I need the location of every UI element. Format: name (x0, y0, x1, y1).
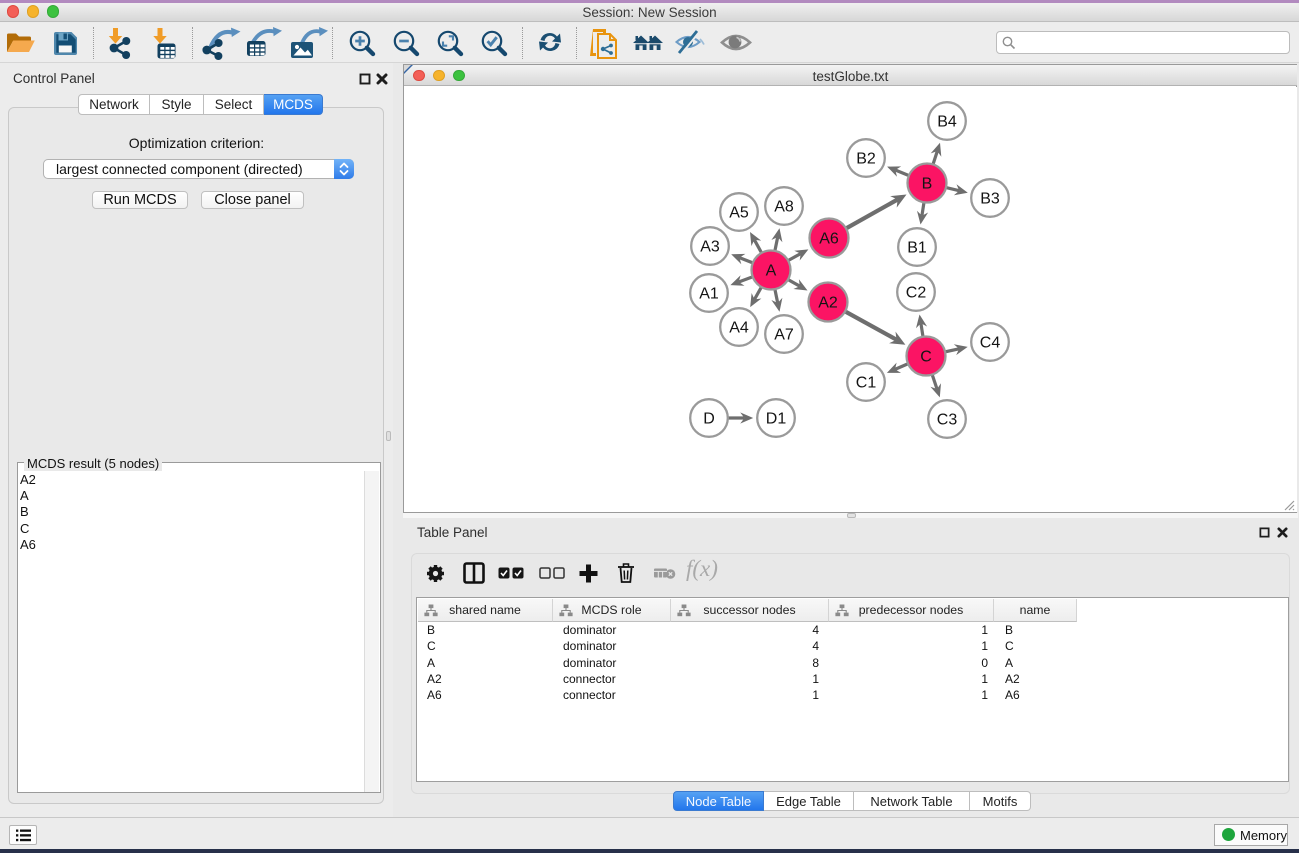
svg-text:A8: A8 (774, 199, 794, 216)
svg-text:C: C (920, 349, 932, 366)
svg-text:A: A (766, 263, 777, 280)
svg-text:C4: C4 (980, 335, 1001, 352)
svg-text:A7: A7 (774, 327, 794, 344)
svg-text:A6: A6 (819, 231, 839, 248)
svg-text:D: D (703, 411, 715, 428)
svg-text:A2: A2 (818, 295, 838, 312)
svg-text:C3: C3 (937, 412, 958, 429)
svg-text:D1: D1 (766, 411, 787, 428)
svg-text:C1: C1 (856, 375, 877, 392)
svg-text:B2: B2 (856, 151, 876, 168)
svg-text:A1: A1 (699, 286, 719, 303)
svg-text:B: B (922, 176, 933, 193)
svg-text:B1: B1 (907, 240, 927, 257)
svg-text:C2: C2 (906, 285, 927, 302)
svg-text:A5: A5 (729, 205, 749, 222)
svg-text:B4: B4 (937, 114, 957, 131)
svg-text:A4: A4 (729, 320, 749, 337)
svg-text:A3: A3 (700, 239, 720, 256)
svg-text:B3: B3 (980, 191, 1000, 208)
